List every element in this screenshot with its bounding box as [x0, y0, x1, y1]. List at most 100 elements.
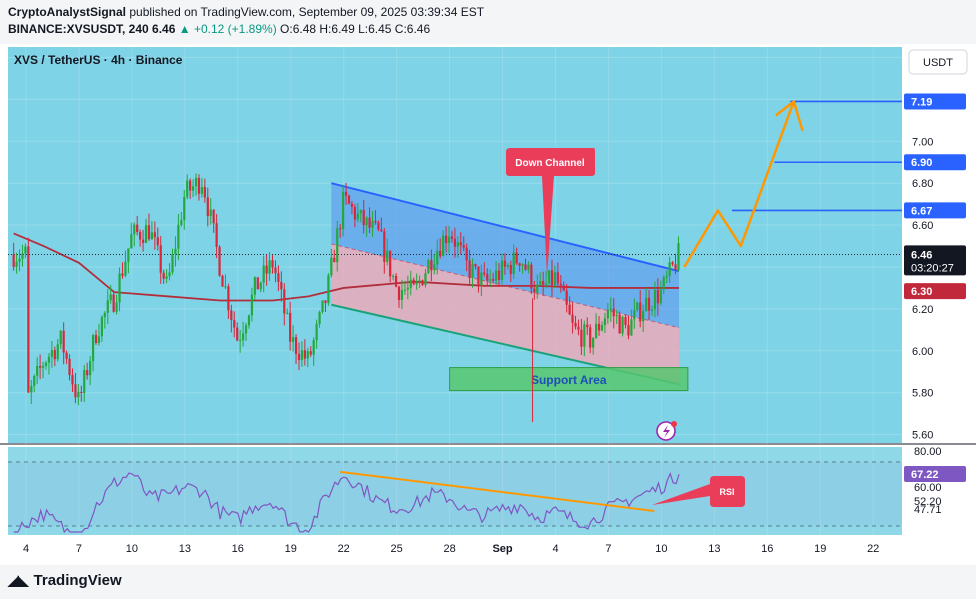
y-tick-label: 6.80: [912, 178, 933, 190]
candle-body: [421, 280, 424, 286]
candle-body: [44, 362, 48, 366]
candle-body: [83, 370, 86, 394]
candle-body: [471, 264, 474, 278]
candle-body: [265, 265, 268, 274]
candle-body: [130, 234, 133, 249]
candle-body: [436, 250, 439, 265]
publish-header: CryptoAnalystSignal published on Trading…: [0, 0, 976, 44]
ohlc-text: O:6.48 H:6.49 L:6.45 C:6.46: [280, 22, 431, 36]
candle-body: [177, 224, 180, 249]
candle-body: [580, 329, 583, 347]
candle-body: [392, 275, 395, 277]
candle-body: [112, 294, 115, 312]
candle-body: [562, 285, 565, 291]
candle-body: [359, 210, 362, 214]
x-tick-label: 13: [708, 543, 720, 555]
candle-body: [174, 248, 177, 255]
candle-body: [533, 288, 536, 293]
candle-body: [353, 206, 356, 220]
rsi-band: [8, 462, 902, 526]
candle-body: [256, 277, 259, 290]
candle-body: [374, 220, 377, 223]
x-tick-label: 10: [655, 543, 667, 555]
candle-body: [592, 337, 595, 348]
candle-body: [300, 350, 304, 361]
candle-body: [206, 197, 209, 217]
candle-body: [659, 289, 662, 304]
candle-body: [218, 246, 221, 276]
candle-body: [427, 260, 430, 274]
publisher-name[interactable]: CryptoAnalystSignal: [8, 5, 126, 19]
candle-body: [277, 273, 280, 282]
candle-body: [141, 239, 145, 243]
candle-body: [418, 280, 421, 282]
x-tick-label: 4: [23, 543, 29, 555]
candle-body: [159, 245, 162, 273]
candle-body: [118, 273, 121, 303]
candle-body: [394, 275, 398, 287]
candle-body: [30, 385, 33, 393]
candle-body: [156, 237, 159, 246]
candle-body: [194, 177, 198, 187]
candle-body: [642, 311, 645, 322]
candle-body: [65, 352, 68, 359]
candle-body: [415, 281, 418, 285]
candle-body: [465, 247, 468, 261]
candle-body: [89, 361, 92, 376]
candle-body: [339, 228, 342, 230]
candle-body: [324, 300, 327, 304]
candle-body: [630, 319, 633, 336]
candle-body: [168, 272, 171, 277]
candle-body: [568, 304, 571, 315]
candle-body: [606, 309, 609, 319]
candle-body: [136, 224, 139, 233]
candle-body: [444, 235, 448, 243]
y-tick-label: 6.60: [912, 220, 933, 232]
candle-body: [244, 325, 248, 334]
candle-body: [386, 250, 389, 262]
candle-body: [656, 289, 659, 304]
candle-body: [100, 317, 103, 337]
candle-body: [59, 330, 62, 345]
candle-body: [336, 228, 339, 263]
rsi-tick-label: 47.71: [914, 504, 942, 516]
candle-body: [80, 391, 83, 394]
x-tick-label: 10: [126, 543, 138, 555]
candle-body: [556, 272, 559, 284]
candle-body: [50, 350, 53, 357]
candle-body: [424, 273, 427, 286]
x-tick-label: 13: [179, 543, 191, 555]
x-tick-label: 22: [338, 543, 350, 555]
candle-body: [289, 312, 292, 342]
candle-body: [274, 267, 277, 274]
candle-body: [133, 224, 136, 235]
candle-body: [597, 323, 601, 331]
candle-body: [383, 231, 386, 262]
tradingview-logo[interactable]: ◢◣ TradingView: [8, 572, 122, 589]
candle-body: [221, 275, 224, 287]
candle-body: [209, 209, 212, 217]
candle-body: [91, 335, 95, 362]
candle-body: [497, 270, 501, 280]
candle-body: [253, 277, 256, 295]
x-tick-label: 16: [232, 543, 244, 555]
candle-body: [86, 370, 89, 376]
candle-body: [650, 309, 654, 311]
tradingview-logo-icon: ◢◣: [8, 572, 29, 588]
candle-body: [609, 308, 612, 310]
candle-body: [203, 186, 206, 198]
candle-body: [406, 287, 409, 290]
candle-body: [309, 351, 312, 355]
candle-body: [189, 180, 192, 191]
candle-body: [574, 322, 577, 327]
candle-body: [127, 248, 130, 262]
x-tick-label: 7: [76, 543, 82, 555]
candle-body: [521, 264, 524, 266]
candle-body: [583, 324, 586, 347]
candle-body: [77, 391, 80, 398]
candle-body: [24, 246, 27, 254]
candle-body: [215, 223, 218, 247]
price-chart[interactable]: Support Area 7.407.207.006.806.606.406.2…: [0, 44, 976, 565]
candle-body: [377, 222, 380, 230]
candle-body: [594, 323, 598, 338]
